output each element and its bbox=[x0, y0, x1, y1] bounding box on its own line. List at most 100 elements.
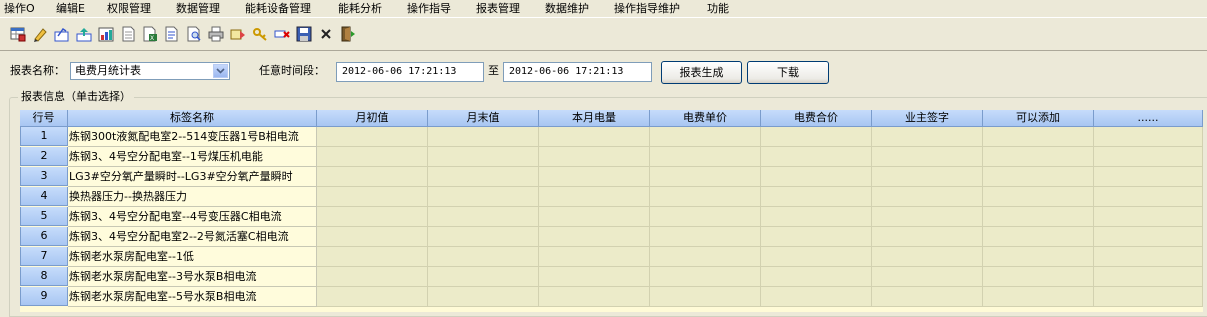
table-cell[interactable] bbox=[317, 267, 428, 287]
row-number[interactable]: 5 bbox=[20, 207, 68, 226]
table-row[interactable]: 9 炼钢老水泵房配电室--5号水泵B相电流 bbox=[20, 287, 1203, 307]
table-cell[interactable] bbox=[872, 187, 983, 207]
table-cell[interactable] bbox=[983, 167, 1094, 187]
table-cell[interactable] bbox=[983, 247, 1094, 267]
table-cell[interactable] bbox=[539, 127, 650, 147]
table-cell[interactable] bbox=[317, 227, 428, 247]
menu-data-maintenance[interactable]: 数据维护 bbox=[543, 1, 591, 16]
table-row[interactable]: 8 炼钢老水泵房配电室--3号水泵B相电流 bbox=[20, 267, 1203, 287]
table-row[interactable]: 2 炼钢3、4号空分配电室--1号煤压机电能 bbox=[20, 147, 1203, 167]
report-name-select[interactable]: 电费月统计表 bbox=[70, 62, 230, 80]
table-cell[interactable] bbox=[983, 287, 1094, 307]
table-cell[interactable] bbox=[761, 127, 872, 147]
table-cell[interactable] bbox=[761, 227, 872, 247]
table-cell[interactable] bbox=[317, 247, 428, 267]
column-header[interactable]: 业主签字 bbox=[872, 110, 983, 127]
table-row[interactable]: 5 炼钢3、4号空分配电室--4号变压器C相电流 bbox=[20, 207, 1203, 227]
row-number[interactable]: 6 bbox=[20, 227, 68, 246]
table-cell[interactable] bbox=[1094, 267, 1203, 287]
table-cell[interactable] bbox=[872, 287, 983, 307]
document-icon[interactable] bbox=[163, 25, 181, 43]
table-cell[interactable] bbox=[983, 187, 1094, 207]
table-cell[interactable] bbox=[872, 267, 983, 287]
menu-permissions[interactable]: 权限管理 bbox=[105, 1, 153, 16]
table-cell[interactable] bbox=[983, 267, 1094, 287]
generate-report-button[interactable]: 报表生成 bbox=[661, 61, 742, 84]
column-header[interactable]: 可以添加 bbox=[983, 110, 1094, 127]
tag-name-cell[interactable]: 炼钢3、4号空分配电室--1号煤压机电能 bbox=[68, 147, 317, 167]
table-cell[interactable] bbox=[761, 147, 872, 167]
table-cell[interactable] bbox=[317, 287, 428, 307]
pencil-icon[interactable] bbox=[31, 25, 49, 43]
preview-icon[interactable] bbox=[185, 25, 203, 43]
table-cell[interactable] bbox=[650, 207, 761, 227]
table-cell[interactable] bbox=[761, 247, 872, 267]
chevron-down-icon[interactable] bbox=[213, 64, 228, 78]
table-cell[interactable] bbox=[539, 167, 650, 187]
table-cell[interactable] bbox=[539, 147, 650, 167]
table-row[interactable]: 3 LG3#空分氧产量瞬时--LG3#空分氧产量瞬时 bbox=[20, 167, 1203, 187]
table-cell[interactable] bbox=[1094, 227, 1203, 247]
table-cell[interactable] bbox=[983, 207, 1094, 227]
table-cell[interactable] bbox=[761, 287, 872, 307]
tag-name-cell[interactable]: 炼钢老水泵房配电室--1低 bbox=[68, 247, 317, 267]
menu-data-management[interactable]: 数据管理 bbox=[174, 1, 222, 16]
exit-icon[interactable] bbox=[339, 25, 357, 43]
table-cell[interactable] bbox=[428, 247, 539, 267]
table-cell[interactable] bbox=[983, 127, 1094, 147]
table-cell[interactable] bbox=[1094, 127, 1203, 147]
menu-edit[interactable]: 编辑E bbox=[54, 1, 87, 16]
row-number[interactable]: 8 bbox=[20, 267, 68, 286]
table-cell[interactable] bbox=[650, 167, 761, 187]
table-row[interactable]: 1 炼钢300t液氮配电室2--514变压器1号B相电流 bbox=[20, 127, 1203, 147]
table-cell[interactable] bbox=[428, 227, 539, 247]
table-cell[interactable] bbox=[761, 207, 872, 227]
end-time-input[interactable]: 2012-06-06 17:21:13 bbox=[503, 62, 652, 82]
table-cell[interactable] bbox=[761, 267, 872, 287]
table-cell[interactable] bbox=[872, 227, 983, 247]
grid-icon[interactable] bbox=[9, 25, 27, 43]
table-cell[interactable] bbox=[428, 267, 539, 287]
column-header[interactable]: ...... bbox=[1094, 110, 1203, 127]
page-icon[interactable] bbox=[119, 25, 137, 43]
table-row[interactable]: 4 换热器压力--换热器压力 bbox=[20, 187, 1203, 207]
table-cell[interactable] bbox=[872, 147, 983, 167]
column-header[interactable]: 电费单价 bbox=[650, 110, 761, 127]
table-cell[interactable] bbox=[539, 267, 650, 287]
column-header[interactable]: 本月电量 bbox=[539, 110, 650, 127]
table-cell[interactable] bbox=[872, 207, 983, 227]
table-cell[interactable] bbox=[539, 287, 650, 307]
table-cell[interactable] bbox=[650, 267, 761, 287]
save-icon[interactable] bbox=[295, 25, 313, 43]
table-cell[interactable] bbox=[650, 247, 761, 267]
menu-operation-guide[interactable]: 操作指导 bbox=[405, 1, 453, 16]
menu-device-management[interactable]: 能耗设备管理 bbox=[243, 1, 313, 16]
table-cell[interactable] bbox=[650, 287, 761, 307]
table-cell[interactable] bbox=[428, 207, 539, 227]
tag-name-cell[interactable]: 炼钢300t液氮配电室2--514变压器1号B相电流 bbox=[68, 127, 317, 147]
table-cell[interactable] bbox=[428, 287, 539, 307]
table-cell[interactable] bbox=[428, 187, 539, 207]
tag-name-cell[interactable]: 炼钢3、4号空分配电室2--2号氮活塞C相电流 bbox=[68, 227, 317, 247]
table-cell[interactable] bbox=[539, 207, 650, 227]
column-header[interactable]: 标签名称 bbox=[68, 110, 317, 127]
menu-guide-maintenance[interactable]: 操作指导维护 bbox=[612, 1, 682, 16]
table-cell[interactable] bbox=[428, 147, 539, 167]
delete-row-icon[interactable] bbox=[273, 25, 291, 43]
tag-name-cell[interactable]: 炼钢老水泵房配电室--3号水泵B相电流 bbox=[68, 267, 317, 287]
table-cell[interactable] bbox=[539, 227, 650, 247]
table-cell[interactable] bbox=[317, 147, 428, 167]
table-cell[interactable] bbox=[1094, 147, 1203, 167]
table-cell[interactable] bbox=[761, 187, 872, 207]
table-cell[interactable] bbox=[983, 227, 1094, 247]
row-number[interactable]: 9 bbox=[20, 287, 68, 306]
chart-icon[interactable] bbox=[97, 25, 115, 43]
export-icon[interactable]: X bbox=[141, 25, 159, 43]
column-header[interactable]: 行号 bbox=[20, 110, 68, 127]
table-cell[interactable] bbox=[650, 187, 761, 207]
row-number[interactable]: 2 bbox=[20, 147, 68, 166]
edit-icon[interactable] bbox=[53, 25, 71, 43]
table-cell[interactable] bbox=[1094, 207, 1203, 227]
print-icon[interactable] bbox=[207, 25, 225, 43]
row-number[interactable]: 4 bbox=[20, 187, 68, 206]
